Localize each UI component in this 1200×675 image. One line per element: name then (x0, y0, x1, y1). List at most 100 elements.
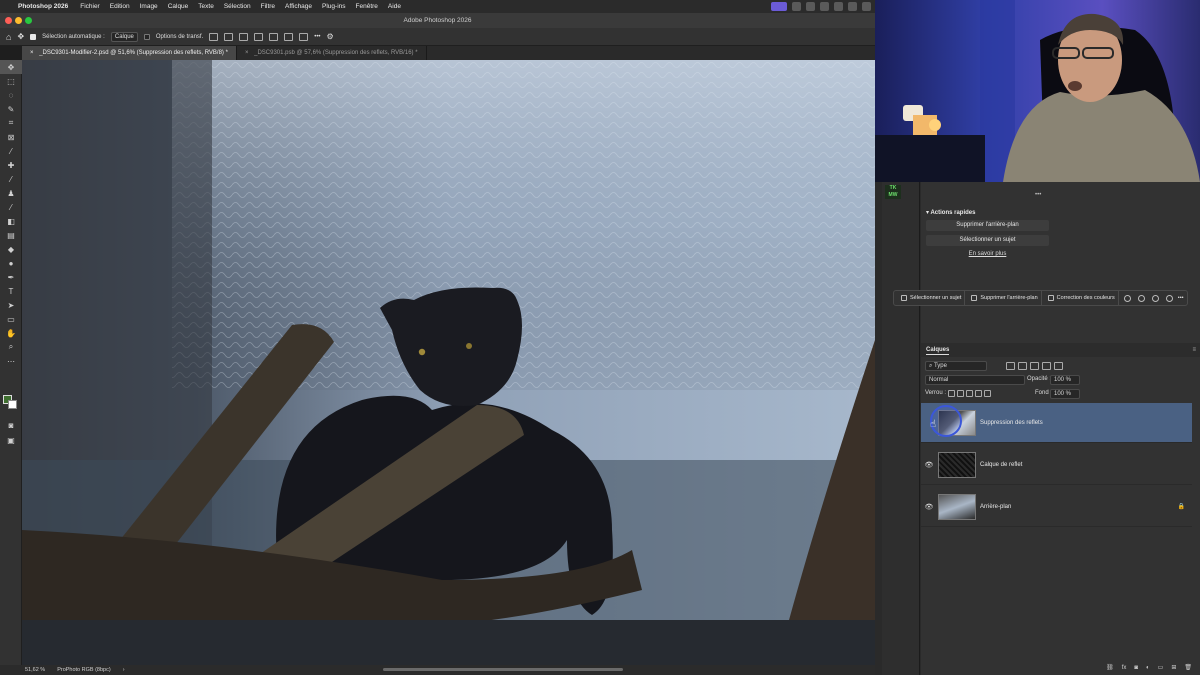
screen-mode-icon[interactable]: ▣ (0, 433, 22, 447)
eye-icon[interactable]: 👁 (921, 503, 937, 511)
layer-row-reflet[interactable]: 👁 Calque de reflet (921, 445, 1192, 485)
remove-background-button[interactable]: Supprimer l'arrière-plan (926, 220, 1049, 231)
filter-type-icon[interactable] (1030, 362, 1039, 370)
plugin-badge[interactable]: TK MW (885, 185, 901, 199)
filter-pixel-icon[interactable] (1006, 362, 1015, 370)
ctx-color-correction-button[interactable]: Correction des couleurs (1045, 291, 1119, 305)
zoom-tool-icon[interactable]: ⌕ (0, 340, 22, 354)
align-center-icon[interactable] (224, 32, 234, 41)
type-tool-icon[interactable]: T (0, 284, 22, 298)
eye-icon[interactable]: 👁 (921, 461, 937, 469)
home-icon[interactable]: ⌂ (6, 32, 11, 42)
menu-aide[interactable]: Aide (388, 3, 401, 10)
fx-icon[interactable]: fx (1122, 665, 1127, 671)
distribute-icon[interactable] (299, 32, 309, 41)
screen-record-icon[interactable] (771, 2, 787, 11)
new-layer-icon[interactable]: ⊞ (1171, 664, 1176, 671)
dodge-tool-icon[interactable]: ● (0, 256, 22, 270)
adjustment-icon[interactable] (1137, 294, 1145, 302)
link-layers-icon[interactable]: ⛓ (1106, 664, 1114, 671)
lock-artboard-icon[interactable] (975, 390, 982, 397)
path-select-tool-icon[interactable]: ➤ (0, 298, 22, 312)
panel-menu-icon[interactable]: ≡ (1192, 343, 1196, 357)
layer-name[interactable]: Calque de reflet (980, 462, 1022, 468)
status-icon[interactable] (806, 2, 815, 11)
quick-actions-header[interactable]: ▾ Actions rapides (926, 209, 975, 216)
gradient-tool-icon[interactable]: ▤ (0, 228, 22, 242)
learn-more-link[interactable]: En savoir plus (926, 251, 1049, 257)
menu-plugins[interactable]: Plug-ins (322, 3, 345, 10)
facebook-icon[interactable] (848, 2, 857, 11)
gear-icon[interactable]: ⚙ (327, 32, 334, 41)
lock-all-icon[interactable] (984, 390, 991, 397)
menu-filtre[interactable]: Filtre (261, 3, 275, 10)
crop-tool-icon[interactable]: ⌗ (0, 116, 22, 130)
camera-icon[interactable] (834, 2, 843, 11)
background-color-swatch[interactable] (8, 400, 17, 409)
adjustment-layer-icon[interactable]: ◐ (1146, 665, 1150, 671)
auto-select-dropdown[interactable]: Calque (110, 31, 138, 42)
opacity-field[interactable]: 100 % (1050, 375, 1080, 385)
minimize-window-icon[interactable] (15, 17, 22, 24)
trash-icon[interactable]: 🗑 (1184, 664, 1192, 671)
new-group-icon[interactable]: ▭ (1158, 664, 1164, 671)
zoom-window-icon[interactable] (25, 17, 32, 24)
hand-tool-icon[interactable]: ✋ (0, 326, 22, 340)
quick-select-tool-icon[interactable]: ✎ (0, 102, 22, 116)
ctx-remove-background-button[interactable]: Supprimer l'arrière-plan (968, 291, 1042, 305)
filter-shape-icon[interactable] (1042, 362, 1051, 370)
menu-image[interactable]: Image (140, 3, 158, 10)
status-arrow-icon[interactable]: › (123, 667, 125, 673)
healing-tool-icon[interactable]: ✚ (0, 158, 22, 172)
panel-more-button[interactable]: ••• (1035, 192, 1041, 198)
menu-selection[interactable]: Sélection (224, 3, 251, 10)
close-tab-icon[interactable]: × (245, 50, 249, 56)
eraser-tool-icon[interactable]: ◧ (0, 214, 22, 228)
more-options-button[interactable]: ••• (314, 34, 320, 40)
filter-smart-object-icon[interactable] (1054, 362, 1063, 370)
rectangle-tool-icon[interactable]: ▭ (0, 312, 22, 326)
align-bottom-icon[interactable] (284, 32, 294, 41)
half-circle-icon[interactable] (1151, 294, 1159, 302)
battery-icon[interactable] (862, 2, 871, 11)
auto-select-checkbox[interactable] (30, 33, 37, 40)
marquee-tool-icon[interactable]: ⬚ (0, 74, 22, 88)
blur-tool-icon[interactable]: ◆ (0, 242, 22, 256)
align-right-icon[interactable] (239, 32, 249, 41)
ctx-more-button[interactable]: ••• (1178, 295, 1184, 301)
align-top-icon[interactable] (254, 32, 264, 41)
menu-edition[interactable]: Edition (110, 3, 130, 10)
layer-filter-dropdown[interactable]: ⌕ Type (925, 361, 987, 371)
filter-adjustment-icon[interactable] (1018, 362, 1027, 370)
group-icon[interactable] (1165, 294, 1173, 302)
eyedropper-tool-icon[interactable]: ⁄ (0, 144, 22, 158)
transform-checkbox[interactable] (143, 33, 150, 40)
tab-document-2[interactable]: × _DSC9301.psb @ 57,6% (Suppression des … (237, 46, 427, 60)
close-tab-icon[interactable]: × (30, 50, 34, 56)
layer-name[interactable]: Arrière-plan (980, 504, 1011, 510)
lasso-tool-icon[interactable]: ◌ (0, 88, 22, 102)
add-mask-icon[interactable]: ◙ (1134, 665, 1138, 671)
document-canvas[interactable] (22, 60, 875, 665)
ctx-select-subject-button[interactable]: Sélectionner un sujet (898, 291, 966, 305)
menu-texte[interactable]: Texte (198, 3, 214, 10)
brush-tool-icon[interactable]: ⁄ (0, 172, 22, 186)
layers-tab[interactable]: Calques (926, 347, 950, 355)
video-icon[interactable] (820, 2, 829, 11)
tab-document-1[interactable]: × _DSC9301-Modifier-2.psd @ 51,6% (Suppr… (22, 46, 237, 60)
pen-tool-icon[interactable]: ✒ (0, 270, 22, 284)
stamp-tool-icon[interactable]: ♟ (0, 186, 22, 200)
history-brush-tool-icon[interactable]: ⁄ (0, 200, 22, 214)
menu-fichier[interactable]: Fichier (80, 3, 100, 10)
layer-row-suppression[interactable]: Suppression des reflets ☝ (921, 403, 1192, 443)
close-window-icon[interactable] (5, 17, 12, 24)
align-left-icon[interactable] (209, 32, 219, 41)
frame-tool-icon[interactable]: ⊠ (0, 130, 22, 144)
blend-mode-dropdown[interactable]: Normal (925, 375, 1025, 385)
zoom-level[interactable]: 51,62 % (25, 667, 45, 673)
layer-name[interactable]: Suppression des reflets (980, 420, 1043, 426)
menu-fenetre[interactable]: Fenêtre (356, 3, 378, 10)
mask-icon[interactable] (1123, 294, 1131, 302)
quick-mask-icon[interactable]: ◙ (0, 418, 22, 432)
menu-calque[interactable]: Calque (168, 3, 189, 10)
